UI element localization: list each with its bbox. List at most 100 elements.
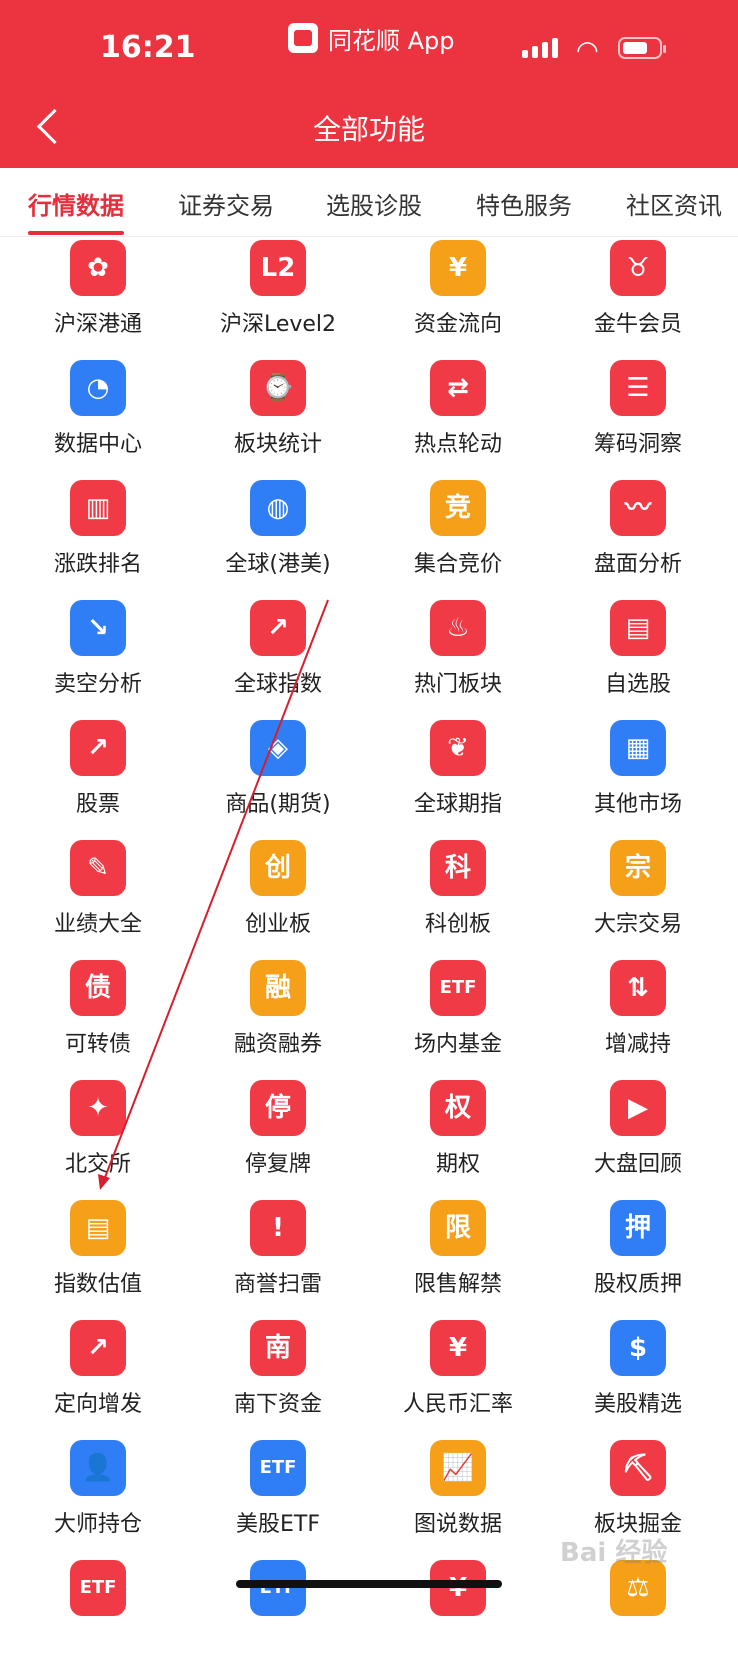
function-label: 限售解禁 [413,1272,502,1297]
function-item[interactable]: L2 沪深Level2 [188,240,368,350]
function-item[interactable]: 限限售解禁 [368,1200,548,1310]
function-label: 北交所 [64,1152,131,1177]
function-item[interactable]: ETF 美股ETF [188,1440,368,1550]
function-item[interactable]: 权期权 [368,1080,548,1190]
function-item[interactable]: ▦ 其他市场 [548,720,728,830]
function-item[interactable]: ▤ 指数估值 [8,1200,188,1310]
signal-icon [522,38,558,58]
function-item[interactable]: $ 美股精选 [548,1320,728,1430]
status-time: 16:21 [100,30,196,65]
function-item[interactable]: ❦ 全球期指 [368,720,548,830]
function-item[interactable]: ◔ 数据中心 [8,360,188,470]
function-item[interactable]: 〰盘面分析 [548,480,728,590]
function-label: 商誉扫雷 [233,1272,322,1297]
header-bar: 16:21 同花顺 App ◠ 全部功能 [0,0,738,168]
bauhinia-icon: ✿ [70,240,126,296]
function-label: 停复牌 [244,1152,311,1177]
function-item[interactable]: 📈 图说数据 [368,1440,548,1550]
function-item[interactable]: ♉ 金牛会员 [548,240,728,350]
function-label: 股权质押 [593,1272,682,1297]
function-label: 热点轮动 [413,432,502,457]
function-item[interactable]: ↘ 卖空分析 [8,600,188,710]
function-item[interactable]: ▶ 大盘回顾 [548,1080,728,1190]
report-icon: ✎ [70,840,126,896]
function-label: 人民币汇率 [402,1392,513,1417]
function-item[interactable]: ◈ 商品(期货) [188,720,368,830]
function-item[interactable]: ◍ 全球(港美) [188,480,368,590]
function-item[interactable]: ⌚ 板块统计 [188,360,368,470]
function-item[interactable]: 宗大宗交易 [548,840,728,950]
function-item[interactable]: ⇄ 热点轮动 [368,360,548,470]
app-name: 同花顺 App [328,26,455,55]
function-item[interactable]: ♨ 热门板块 [368,600,548,710]
function-item[interactable]: 科科创板 [368,840,548,950]
function-label: 资金流向 [413,312,502,337]
ke-char-icon: 科 [430,840,486,896]
tab-trading[interactable]: 证券交易 [178,186,274,221]
shovel-icon: ⛏ [610,1440,666,1496]
zong-char-icon: 宗 [610,840,666,896]
tab-featured-services[interactable]: 特色服务 [476,186,572,221]
grid-layout-icon: ▦ [610,720,666,776]
function-item[interactable]: ! 商誉扫雷 [188,1200,368,1310]
home-indicator[interactable] [236,1580,502,1588]
function-item[interactable]: ETF 场内基金 [368,960,548,1070]
function-item[interactable]: 债可转债 [8,960,188,1070]
bull-icon: ♉ [610,240,666,296]
function-label: 图说数据 [413,1512,502,1537]
function-item[interactable]: ETF [188,1560,368,1670]
function-item[interactable]: 融融资融券 [188,960,368,1070]
function-item[interactable]: 停停复牌 [188,1080,368,1190]
function-item[interactable]: 竞集合竞价 [368,480,548,590]
function-item[interactable]: ⚖ [548,1560,728,1670]
pulse-icon: 〰 [610,480,666,536]
function-item[interactable]: ✦ 北交所 [8,1080,188,1190]
function-label: 数据中心 [53,432,142,457]
page-title: 全部功能 [312,113,425,146]
function-item[interactable]: ✎ 业绩大全 [8,840,188,950]
etf-icon: ETF [430,960,486,1016]
rong-char-icon: 融 [250,960,306,1016]
function-item[interactable]: ↗ 全球指数 [188,600,368,710]
yuan-coin-icon: ¥ [430,240,486,296]
tab-stock-picking[interactable]: 选股诊股 [326,186,422,221]
function-item[interactable]: ↗ 定向增发 [8,1320,188,1430]
function-label: 板块统计 [233,432,322,457]
jing-char-icon: 竞 [430,480,486,536]
trend-circle-icon: ↗ [250,600,306,656]
function-item[interactable]: ▥ 涨跌排名 [8,480,188,590]
function-label: 集合竞价 [413,552,502,577]
commodity-icon: ◈ [250,720,306,776]
function-item[interactable]: ¥ [368,1560,548,1670]
tab-market-data[interactable]: 行情数据 [28,186,124,221]
function-item[interactable]: ¥ 资金流向 [368,240,548,350]
tab-bar: 行情数据 证券交易 选股诊股 特色服务 社区资讯 [0,168,738,237]
function-item[interactable]: 创创业板 [188,840,368,950]
function-item[interactable]: 👤 大师持仓 [8,1440,188,1550]
ting-char-icon: 停 [250,1080,306,1136]
function-item[interactable]: ⇅ 增减持 [548,960,728,1070]
up-down-arrows-icon: ⇅ [610,960,666,1016]
function-label: 科创板 [424,912,491,937]
active-tab-indicator [28,231,124,235]
watermark: Bai 经验 [560,1538,668,1568]
function-label: 热门板块 [413,672,502,697]
function-item[interactable]: ✿ 沪深港通 [8,240,188,350]
chuang-char-icon: 创 [250,840,306,896]
level2-icon: L2 [250,240,306,296]
function-item[interactable]: ▤ 自选股 [548,600,728,710]
battery-icon [618,37,666,59]
function-item[interactable]: ¥ 人民币汇率 [368,1320,548,1430]
function-item[interactable]: ↗ 股票 [8,720,188,830]
function-item[interactable]: 南南下资金 [188,1320,368,1430]
tab-community-news[interactable]: 社区资讯 [626,186,722,221]
function-label: 可转债 [64,1032,131,1057]
ya-char-icon: 押 [610,1200,666,1256]
function-label: 股票 [75,792,120,817]
function-label: 期权 [435,1152,480,1177]
function-label: 卖空分析 [53,672,142,697]
function-label: 盘面分析 [593,552,682,577]
function-item[interactable]: 押股权质押 [548,1200,728,1310]
function-item[interactable]: ETF [8,1560,188,1670]
function-item[interactable]: ☰ 筹码洞察 [548,360,728,470]
